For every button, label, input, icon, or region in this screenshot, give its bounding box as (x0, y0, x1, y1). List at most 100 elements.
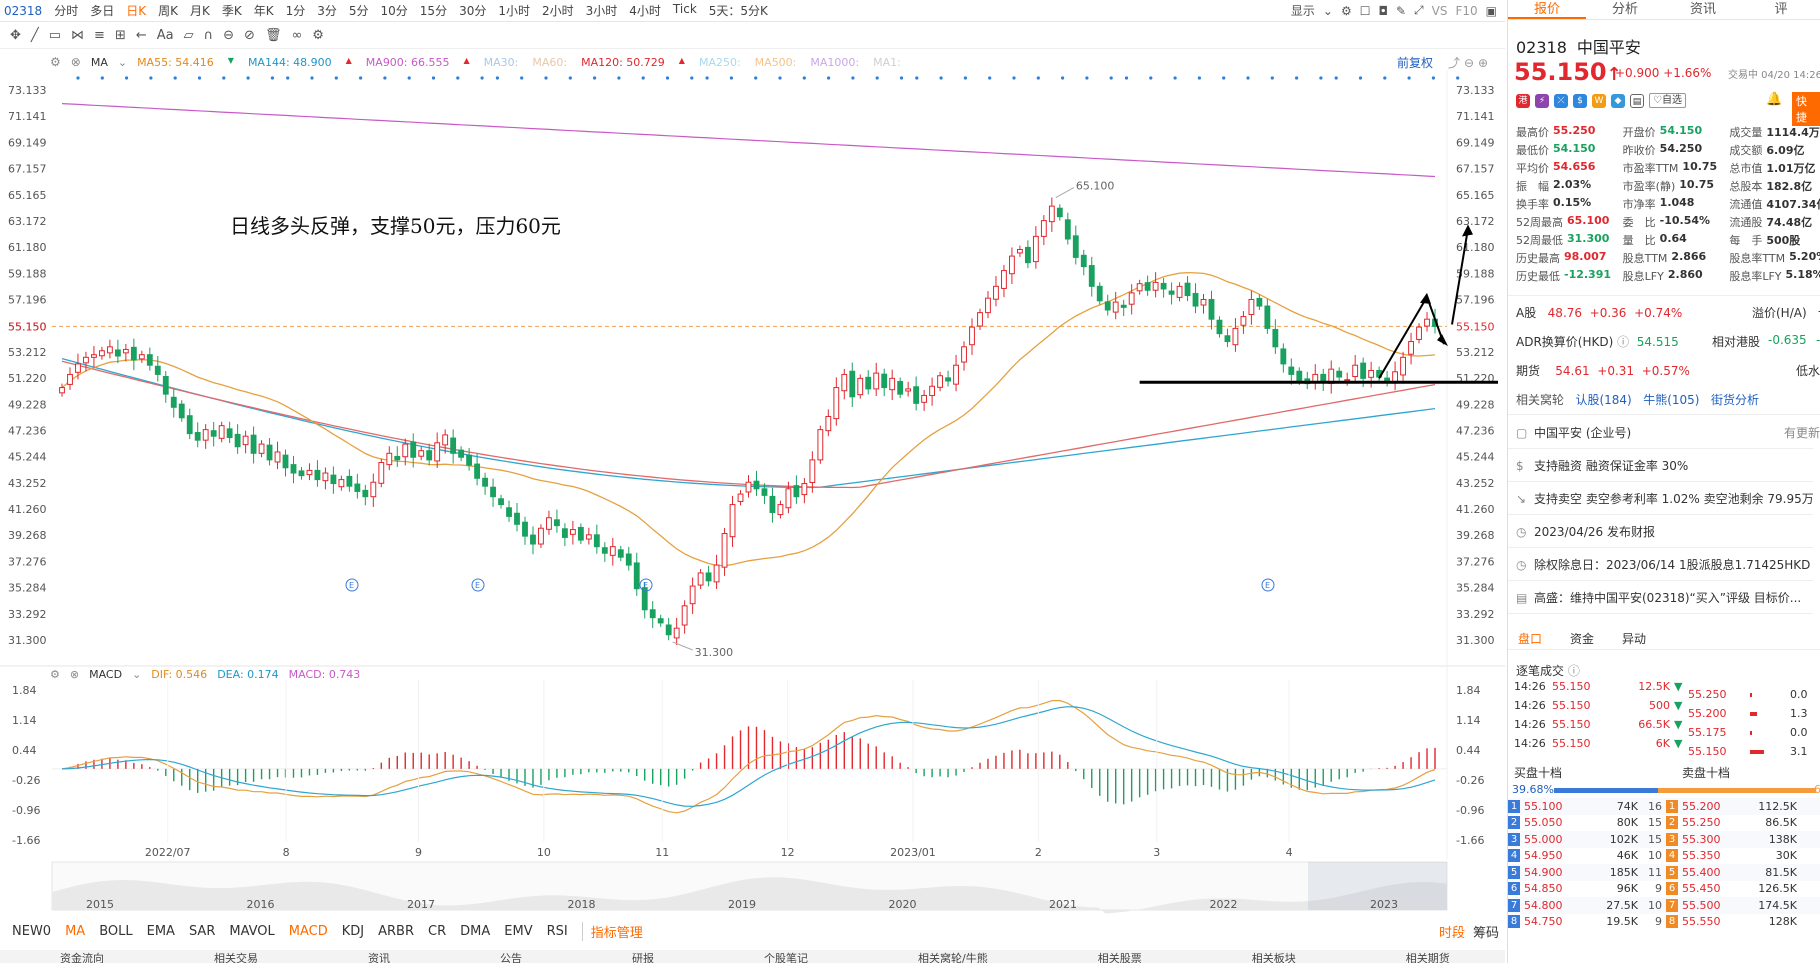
event-dot[interactable] (988, 76, 992, 80)
event-dot[interactable] (778, 76, 782, 80)
candle-body[interactable] (138, 354, 145, 360)
candle-body[interactable] (569, 529, 576, 535)
order-book-row[interactable]: 7 54.800 27.5K 10 7 55.500 174.5K (1508, 897, 1820, 914)
candle-body[interactable] (625, 553, 632, 566)
candle-body[interactable] (258, 443, 265, 454)
depth-tab[interactable]: 异动 (1622, 630, 1646, 647)
indicator-tab[interactable]: CR (428, 924, 446, 939)
candle-body[interactable] (1096, 285, 1103, 302)
event-dot[interactable] (480, 76, 484, 80)
candle-body[interactable] (681, 605, 688, 626)
candle-body[interactable] (1144, 282, 1151, 291)
short-icon[interactable]: ⤫ (1554, 93, 1568, 108)
bottom-tab[interactable]: 相关交易 (214, 950, 258, 963)
event-dot[interactable] (593, 76, 597, 80)
event-dot[interactable] (1407, 76, 1411, 80)
candle-body[interactable] (1256, 297, 1263, 307)
candle-body[interactable] (609, 546, 616, 556)
candle-body[interactable] (993, 285, 999, 300)
depth-tab[interactable]: 资金 (1570, 630, 1594, 647)
candle-body[interactable] (250, 434, 257, 454)
candle-body[interactable] (1024, 246, 1031, 264)
period-tab[interactable]: 年K (248, 2, 280, 19)
candle-body[interactable] (769, 495, 776, 513)
ma-legend-item[interactable]: MA250: (699, 56, 741, 69)
candle-body[interactable] (1408, 341, 1414, 355)
event-dot[interactable] (1319, 76, 1323, 80)
indicator-tab[interactable]: EMA (147, 924, 175, 939)
watchlist-button[interactable]: ♡自选 (1649, 93, 1686, 108)
candle-body[interactable] (514, 512, 520, 525)
candle-body[interactable] (442, 434, 449, 446)
candle-body[interactable] (314, 469, 321, 481)
candle-body[interactable] (67, 373, 73, 385)
candle-body[interactable] (122, 348, 129, 354)
event-dot[interactable] (1246, 76, 1250, 80)
event-dot[interactable] (1222, 76, 1226, 80)
candle-body[interactable] (434, 442, 441, 462)
event-dot[interactable] (431, 76, 436, 80)
candle-body[interactable] (266, 444, 273, 461)
candle-body[interactable] (729, 504, 736, 538)
call-warrants-link[interactable]: 认股(184) (1575, 393, 1631, 407)
candle-body[interactable] (753, 480, 760, 490)
candle-body[interactable] (370, 481, 377, 498)
candle-body[interactable] (474, 463, 481, 479)
candle-body[interactable] (985, 297, 991, 314)
candle-body[interactable] (585, 534, 592, 540)
gear-icon[interactable]: ⚙ (50, 55, 61, 69)
candle-body[interactable] (1208, 298, 1215, 320)
period-tab[interactable]: 3小时 (580, 2, 624, 19)
close-icon[interactable]: ⊗ (70, 668, 79, 681)
lightning-icon[interactable]: ⚡ (1535, 93, 1549, 108)
candle-body[interactable] (945, 377, 951, 382)
candle-body[interactable] (1048, 205, 1055, 223)
event-dot[interactable] (705, 76, 709, 80)
candle-body[interactable] (338, 479, 345, 488)
bottom-tab[interactable]: 相关板块 (1252, 950, 1296, 963)
period-tab[interactable]: 5天：5分K (703, 2, 774, 19)
event-dot[interactable] (802, 76, 806, 80)
candle-body[interactable] (522, 521, 528, 537)
candle-body[interactable] (857, 377, 864, 396)
candle-body[interactable] (186, 415, 193, 435)
event-dot[interactable] (875, 76, 879, 80)
event-dot[interactable] (915, 76, 919, 80)
candle-body[interactable] (466, 454, 473, 466)
panel-tab[interactable]: 报价 (1508, 0, 1586, 19)
candle-body[interactable] (1136, 283, 1143, 292)
event-dot[interactable] (407, 76, 411, 80)
event-dot[interactable] (383, 76, 387, 80)
info-item[interactable]: ↘ 支持卖空 卖空参考利率 1.02% 卖空池剩余 79.95万 (1516, 490, 1820, 507)
candle-body[interactable] (59, 387, 65, 394)
candle-body[interactable] (298, 470, 305, 477)
bottom-tab[interactable]: 资讯 (368, 950, 390, 963)
candle-body[interactable] (1072, 235, 1079, 258)
event-dot[interactable] (617, 76, 621, 80)
indicator-tab[interactable]: DMA (460, 924, 490, 939)
candle-body[interactable] (346, 475, 353, 487)
event-dot[interactable] (456, 76, 460, 80)
candle-body[interactable] (490, 486, 496, 498)
candle-body[interactable] (234, 433, 241, 448)
order-book-row[interactable]: 5 54.900 185K 11 5 55.400 81.5K (1508, 864, 1820, 881)
expand-icon[interactable]: ⤢ (1414, 3, 1424, 18)
candle-body[interactable] (162, 376, 169, 395)
candle-body[interactable] (1416, 326, 1422, 340)
event-dot[interactable] (246, 76, 250, 80)
a-share-row[interactable]: A股 48.76 +0.36 +0.74% 溢价(H/A) -0 (1516, 304, 1820, 321)
event-dot[interactable] (641, 76, 645, 80)
bull-bear-link[interactable]: 牛熊(105) (1643, 393, 1699, 407)
candle-body[interactable] (1120, 304, 1127, 308)
period-tab[interactable]: 分时 (48, 2, 84, 19)
candle-body[interactable] (154, 365, 161, 375)
period-tab[interactable]: 季K (216, 2, 248, 19)
candle-body[interactable] (873, 372, 880, 390)
candle-body[interactable] (865, 376, 872, 390)
candle-body[interactable] (561, 528, 568, 538)
event-dot[interactable] (1173, 76, 1177, 80)
indicator-tab[interactable]: NEW0 (12, 924, 51, 939)
event-dot[interactable] (851, 76, 855, 80)
event-dot[interactable] (544, 76, 548, 80)
comment-tool-icon[interactable]: ▱ (184, 28, 194, 43)
